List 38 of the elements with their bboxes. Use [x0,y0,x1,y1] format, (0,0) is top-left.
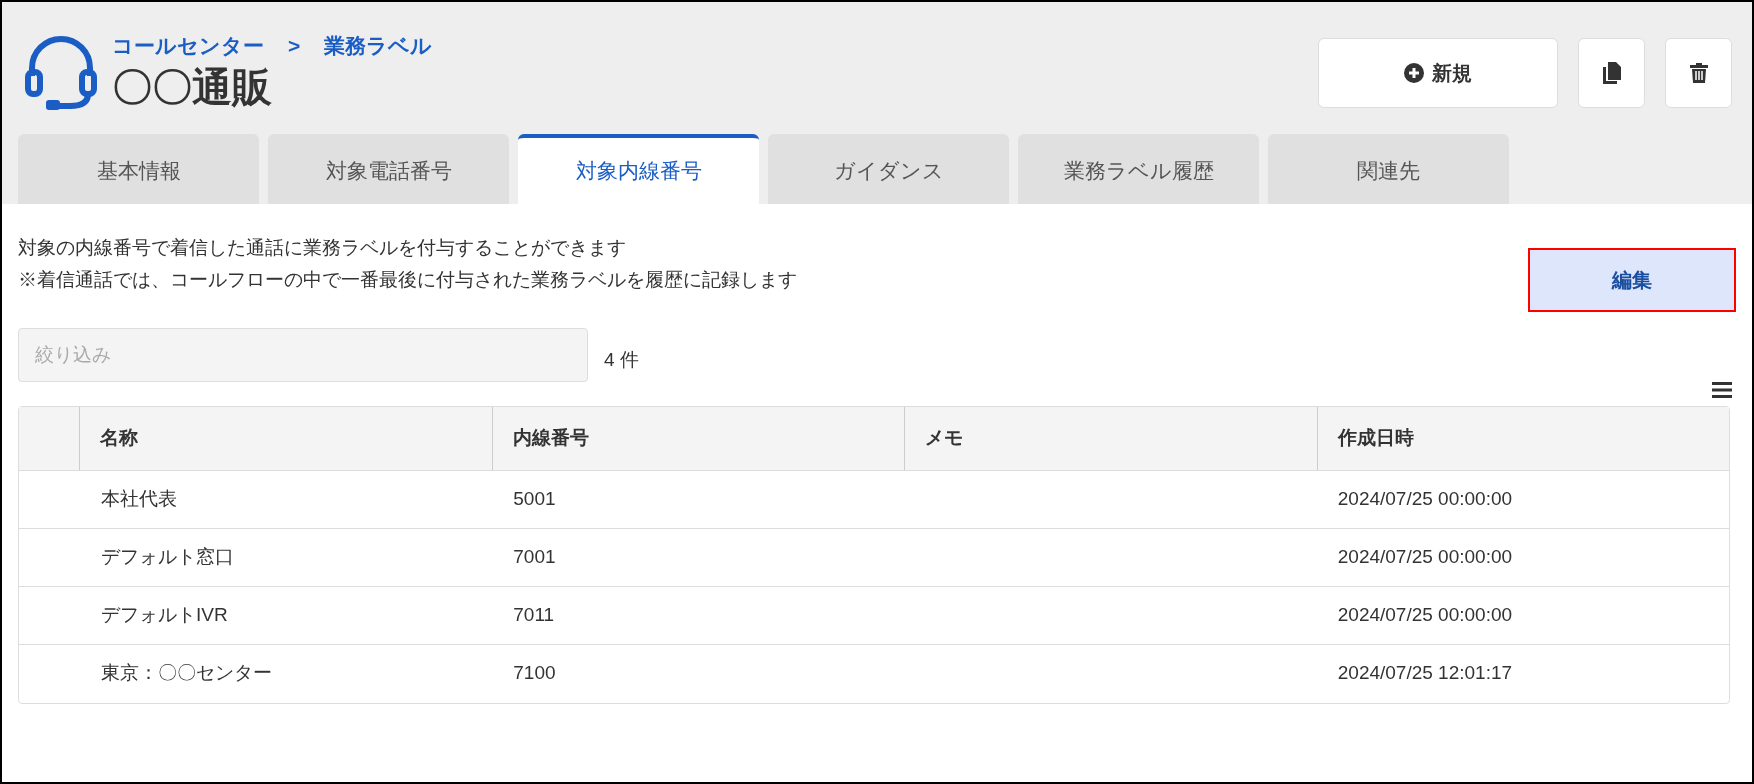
column-header: 名称 [100,425,138,450]
filter-field[interactable]: 絞り込み [18,327,588,382]
breadcrumb-item[interactable]: 業務ラベル [324,30,433,62]
breadcrumb-item: > [288,33,301,59]
menu-icon[interactable] [1712,381,1732,398]
column-header: 作成日時 [1337,425,1414,450]
table-cell-text: 7001 [513,544,556,569]
new-button[interactable]: 新規 [1318,38,1558,108]
breadcrumb-item[interactable]: コールセンター [112,30,264,62]
trash-icon [1689,63,1708,83]
tab[interactable]: ガイダンス [768,133,1009,204]
table-cell-text: デフォルトIVR [101,602,228,627]
table-cell-text: 東京：〇〇センター [101,661,272,686]
table-cell-text: 7011 [513,602,555,627]
table-cell-text: 5001 [513,486,556,511]
column-header: メモ [925,425,963,450]
table-cell-text: 2024/07/25 12:01:17 [1337,661,1513,686]
tab[interactable]: 関連先 [1268,133,1509,204]
tab[interactable]: 基本情報 [18,133,259,204]
description-text: 対象の内線番号で着信した通話に業務ラベルを付与することができます [18,235,627,260]
table-cell-text: 7100 [513,661,556,686]
copy-icon [1601,62,1622,84]
table-cell-text: 2024/07/25 00:00:00 [1337,544,1513,569]
tab[interactable]: 対象電話番号 [268,133,509,204]
copy-button[interactable] [1578,38,1645,108]
tab[interactable]: 対象内線番号 [518,133,759,204]
delete-button[interactable] [1665,38,1732,108]
plus-circle-icon [1404,63,1424,83]
table-cell-text: デフォルト窓口 [101,544,234,569]
edit-button[interactable]: 編集 [1528,247,1736,312]
table-cell-text: 本社代表 [101,486,177,511]
result-count: 4 件 [604,348,639,373]
column-header: 内線番号 [512,425,589,450]
table-cell-text: 2024/07/25 00:00:00 [1337,602,1513,627]
tab[interactable]: 業務ラベル履歴 [1018,133,1259,204]
table-cell-text: 2024/07/25 00:00:00 [1337,486,1513,511]
page-title: 〇〇通販 [112,63,273,111]
description-text: ※着信通話では、コールフローの中で一番最後に付与された業務ラベルを履歴に記録します [18,267,797,292]
